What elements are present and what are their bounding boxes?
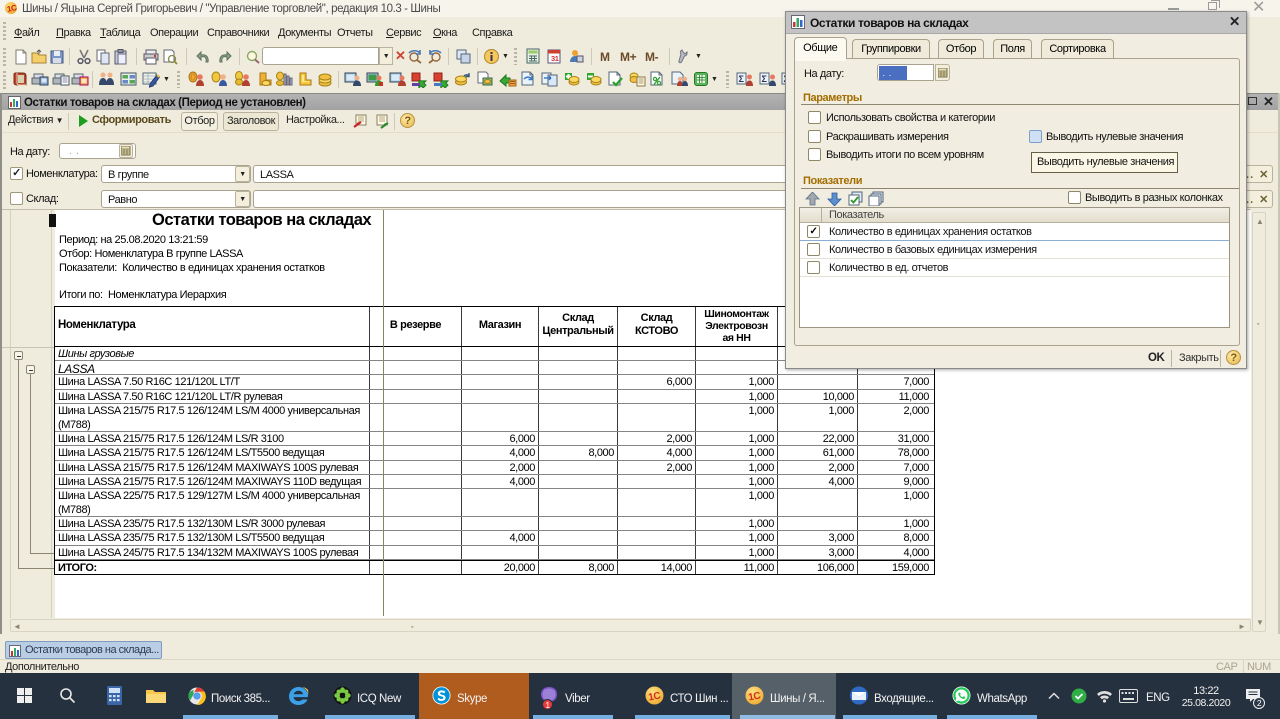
svg-text:1С: 1С xyxy=(647,690,661,703)
svg-text:31: 31 xyxy=(551,54,559,63)
svg-text:1С: 1С xyxy=(747,690,761,703)
